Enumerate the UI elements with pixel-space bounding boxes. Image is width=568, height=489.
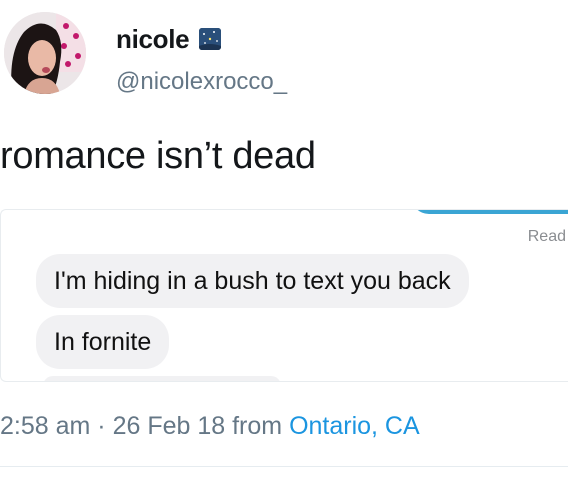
tweet-text: romance isn’t dead bbox=[0, 135, 316, 177]
read-receipt: Read bbox=[527, 228, 566, 245]
attached-screenshot[interactable]: Read I'm hiding in a bush to text you ba… bbox=[0, 209, 568, 382]
tweet-date[interactable]: 26 Feb 18 bbox=[113, 412, 226, 440]
divider bbox=[0, 466, 568, 467]
received-message-bubble-partial bbox=[43, 376, 281, 381]
user-handle[interactable]: @nicolexrocco_ bbox=[116, 70, 287, 94]
from-label: from bbox=[225, 412, 290, 440]
avatar[interactable] bbox=[4, 12, 86, 94]
received-message-bubble: I'm hiding in a bush to text you back bbox=[36, 254, 469, 308]
tweet-location-link[interactable]: Ontario, CA bbox=[289, 412, 420, 440]
night-sky-emoji-icon bbox=[199, 28, 222, 50]
tweet-metadata: 2:58 am · 26 Feb 18 from Ontario, CA bbox=[0, 414, 420, 439]
tweet-time[interactable]: 2:58 am bbox=[0, 412, 90, 440]
meta-separator: · bbox=[90, 412, 113, 440]
received-message-bubble: In fornite bbox=[36, 315, 170, 369]
display-name[interactable]: nicole bbox=[116, 26, 190, 52]
display-name-row[interactable]: nicole bbox=[116, 26, 222, 52]
sent-message-bubble bbox=[411, 210, 568, 214]
